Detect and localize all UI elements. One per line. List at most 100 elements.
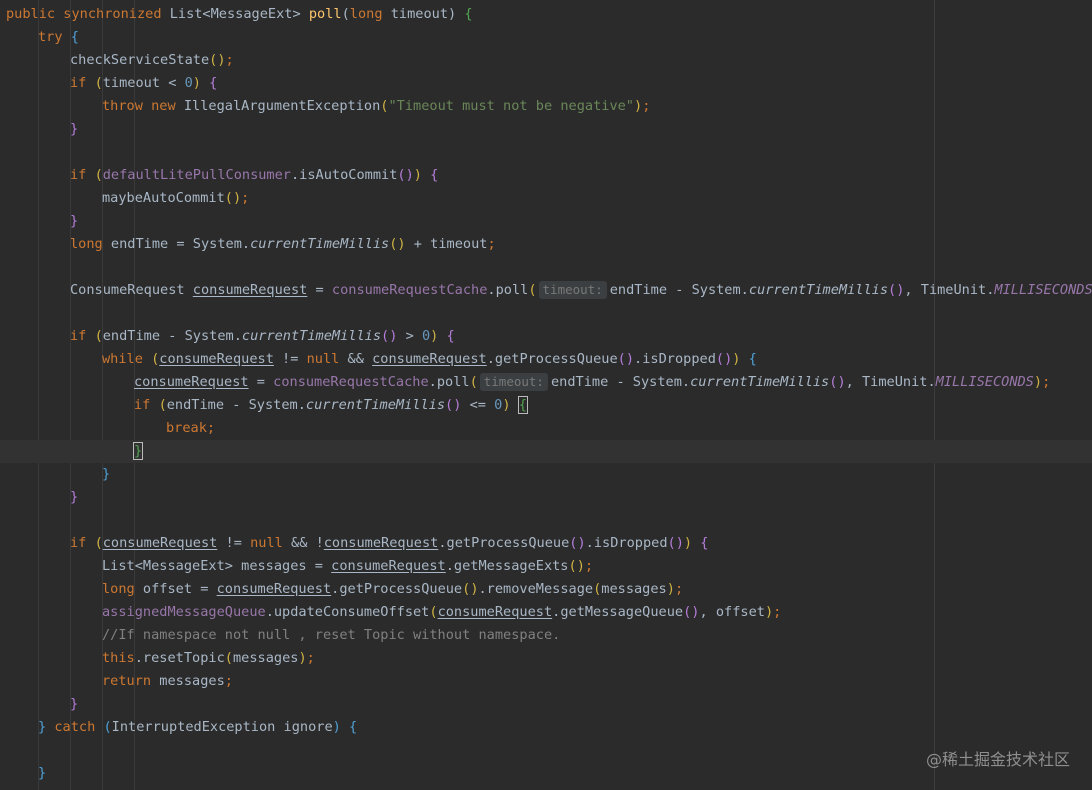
code-token: assignedMessageQueue — [102, 604, 266, 620]
code-token: ) — [625, 351, 635, 367]
code-token: endTime - System. — [609, 282, 749, 298]
code-token: ; — [1042, 374, 1051, 390]
code-token: .getProcessQueue — [486, 351, 618, 367]
code-token: ) — [470, 581, 479, 597]
code-line[interactable]: } — [70, 210, 78, 233]
code-line[interactable]: break; — [166, 417, 215, 440]
right-margin-guide — [934, 0, 935, 790]
code-line[interactable]: if (consumeRequest != null && !consumeRe… — [70, 532, 708, 555]
code-token: 0 — [421, 328, 431, 344]
code-token: ( — [341, 6, 350, 22]
code-token: .getProcessQueue — [438, 535, 570, 551]
code-token: .isAutoCommit — [291, 167, 398, 183]
code-token: ; — [241, 190, 250, 206]
code-line[interactable]: long endTime = System.currentTimeMillis(… — [70, 233, 496, 256]
matched-brace: { — [517, 396, 528, 414]
code-token: MILLISECONDS — [935, 374, 1034, 390]
code-token: messages — [601, 581, 667, 597]
code-line[interactable]: long offset = consumeRequest.getProcessQ… — [102, 578, 683, 601]
code-line[interactable]: } — [70, 486, 78, 509]
code-token: consumeRequest — [372, 351, 487, 367]
code-token: ) — [232, 190, 242, 206]
indent-guide — [38, 0, 39, 790]
code-line[interactable]: if (endTime - System.currentTimeMillis()… — [134, 394, 528, 417]
code-token: public — [6, 6, 56, 22]
code-token: ) — [397, 236, 406, 252]
code-line[interactable]: consumeRequest = consumeRequestCache.pol… — [134, 371, 1050, 394]
code-token: 0 — [184, 75, 193, 91]
code-line[interactable]: if (defaultLitePullConsumer.isAutoCommit… — [70, 164, 438, 187]
code-line[interactable]: } — [102, 463, 110, 486]
code-token: messages — [151, 673, 225, 689]
code-line[interactable]: this.resetTopic(messages); — [102, 647, 315, 670]
code-token: MILLISECONDS — [994, 282, 1092, 298]
code-token: = — [307, 282, 332, 298]
code-line[interactable]: } catch (InterruptedException ignore) { — [38, 716, 357, 739]
code-token: ( — [397, 167, 406, 183]
code-token: , TimeUnit. — [845, 374, 936, 390]
code-line[interactable]: } — [38, 762, 46, 785]
code-line[interactable]: if (endTime - System.currentTimeMillis()… — [70, 325, 455, 348]
code-line[interactable]: maybeAutoCommit(); — [102, 187, 249, 210]
code-line[interactable]: assignedMessageQueue.updateConsumeOffset… — [102, 601, 781, 624]
code-token: { — [70, 29, 79, 45]
code-token: ) — [634, 98, 643, 114]
code-line[interactable]: checkServiceState(); — [70, 49, 234, 72]
code-line-current[interactable]: } — [132, 440, 144, 463]
code-token: ) — [332, 719, 341, 735]
code-token: if — [70, 535, 87, 551]
code-line[interactable]: ConsumeRequest consumeRequest = consumeR… — [70, 279, 1092, 302]
code-line[interactable]: if (timeout < 0) { — [70, 72, 217, 95]
code-token: ) — [413, 167, 422, 183]
code-token: break — [166, 420, 207, 436]
code-token: throw — [102, 98, 143, 114]
code-token: , offset — [699, 604, 765, 620]
code-token: if — [70, 75, 87, 91]
code-token: ( — [158, 397, 167, 413]
code-token: currentTimeMillis — [305, 397, 446, 413]
code-token: endTime - System. — [550, 374, 691, 390]
code-token: { — [748, 351, 757, 367]
watermark: @稀土掘金技术社区 — [925, 750, 1070, 769]
code-line[interactable]: } — [70, 693, 78, 716]
code-line[interactable]: } — [70, 118, 78, 141]
code-line[interactable]: public synchronized List<MessageExt> pol… — [6, 3, 473, 26]
code-token: ) — [675, 535, 684, 551]
code-token: catch — [54, 719, 96, 735]
code-token: { — [464, 6, 473, 22]
code-token: consumeRequest — [216, 581, 332, 597]
code-token: ( — [381, 328, 390, 344]
code-token: .removeMessage — [478, 581, 594, 597]
code-token: ( — [94, 75, 103, 91]
code-token: .getMessageExts — [445, 558, 569, 574]
code-token: ) — [1033, 374, 1043, 390]
code-line[interactable]: return messages; — [102, 670, 233, 693]
code-token: ; — [306, 650, 315, 666]
code-token: .isDropped — [585, 535, 668, 551]
code-token: timeout) — [382, 6, 465, 22]
code-token: , TimeUnit. — [904, 282, 995, 298]
code-editor[interactable]: public synchronized List<MessageExt> pol… — [0, 0, 1092, 790]
code-token: poll — [308, 6, 342, 22]
code-token: != — [217, 535, 251, 551]
code-line[interactable]: //If namespace not null , reset Topic wi… — [102, 624, 560, 647]
parameter-hint: timeout: — [538, 281, 607, 299]
code-token: endTime - System. — [102, 328, 242, 344]
code-token: ) — [577, 535, 586, 551]
code-line[interactable]: while (consumeRequest != null && consume… — [102, 348, 757, 371]
code-line[interactable]: throw new IllegalArgumentException("Time… — [102, 95, 650, 118]
code-token: ( — [445, 397, 454, 413]
code-token: ( — [224, 190, 233, 206]
code-token: consumeRequestCache — [273, 374, 429, 390]
code-token: currentTimeMillis — [241, 328, 382, 344]
code-line[interactable]: List<MessageExt> messages = consumeReque… — [102, 555, 593, 578]
code-token: try — [38, 29, 63, 45]
code-token: long — [102, 581, 135, 597]
code-token: checkServiceState — [70, 52, 210, 68]
code-line[interactable]: try { — [38, 26, 79, 49]
code-token: consumeRequest — [437, 604, 553, 620]
code-token: this — [102, 650, 135, 666]
